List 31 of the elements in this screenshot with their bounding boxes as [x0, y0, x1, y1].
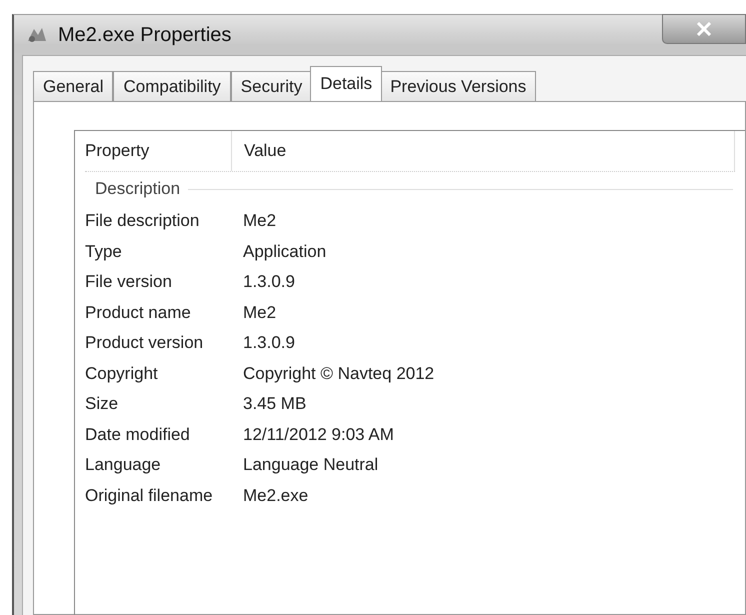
- property-value: Language Neutral: [243, 455, 378, 476]
- property-value: 3.45 MB: [243, 394, 306, 414]
- property-name: Original filename: [85, 486, 214, 506]
- property-name: File version: [85, 272, 173, 292]
- close-button[interactable]: [662, 14, 746, 44]
- property-name: Product name: [85, 302, 192, 323]
- property-name: Type: [85, 242, 123, 262]
- property-name: Date modified: [85, 424, 191, 445]
- property-value: Application: [243, 242, 326, 262]
- group-header: Description: [95, 179, 180, 199]
- column-header[interactable]: Value: [232, 131, 735, 171]
- property-name: File description: [85, 211, 200, 232]
- tab[interactable]: Details: [310, 66, 382, 101]
- tab[interactable]: Compatibility: [113, 71, 231, 101]
- property-name: Language: [85, 455, 162, 476]
- property-value: 1.3.0.9: [243, 272, 295, 292]
- property-name: Copyright: [85, 364, 159, 384]
- property-value: Me2: [243, 302, 276, 323]
- tab[interactable]: Security: [230, 71, 312, 101]
- property-name: Size: [85, 394, 120, 414]
- property-value: Me2: [243, 211, 276, 232]
- property-value: 1.3.0.9: [243, 333, 295, 354]
- property-value: Me2.exe: [243, 486, 308, 506]
- column-header[interactable]: Property: [85, 131, 232, 171]
- tab[interactable]: Previous Versions: [380, 71, 536, 101]
- property-name: Product version: [85, 333, 204, 354]
- close-icon: [696, 22, 712, 36]
- property-value: Copyright © Navteq 2012: [243, 364, 434, 384]
- window-title: Me2.exe Properties: [58, 24, 232, 46]
- property-value: 12/11/2012 9:03 AM: [243, 424, 394, 445]
- tab[interactable]: General: [33, 71, 114, 101]
